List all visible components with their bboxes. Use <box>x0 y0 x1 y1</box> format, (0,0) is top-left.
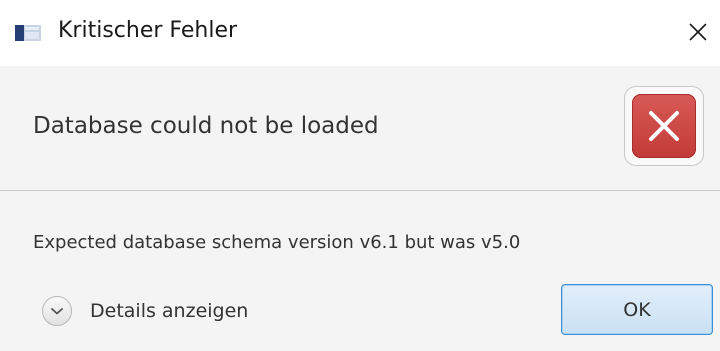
window-app-icon <box>15 25 41 41</box>
error-dialog: Kritischer Fehler Database could not be … <box>0 0 720 351</box>
header-text: Database could not be loaded <box>33 113 379 139</box>
chevron-down-icon[interactable] <box>42 296 72 326</box>
title-bar: Kritischer Fehler <box>0 0 720 66</box>
ok-button[interactable]: OK <box>561 284 713 335</box>
error-icon <box>624 86 704 166</box>
dialog-header: Database could not be loaded <box>0 66 720 191</box>
window-title: Kritischer Fehler <box>58 18 238 43</box>
details-toggle[interactable]: Details anzeigen <box>42 294 248 328</box>
error-message: Expected database schema version v6.1 bu… <box>33 232 521 253</box>
close-icon[interactable] <box>682 16 714 48</box>
details-label[interactable]: Details anzeigen <box>90 300 248 322</box>
